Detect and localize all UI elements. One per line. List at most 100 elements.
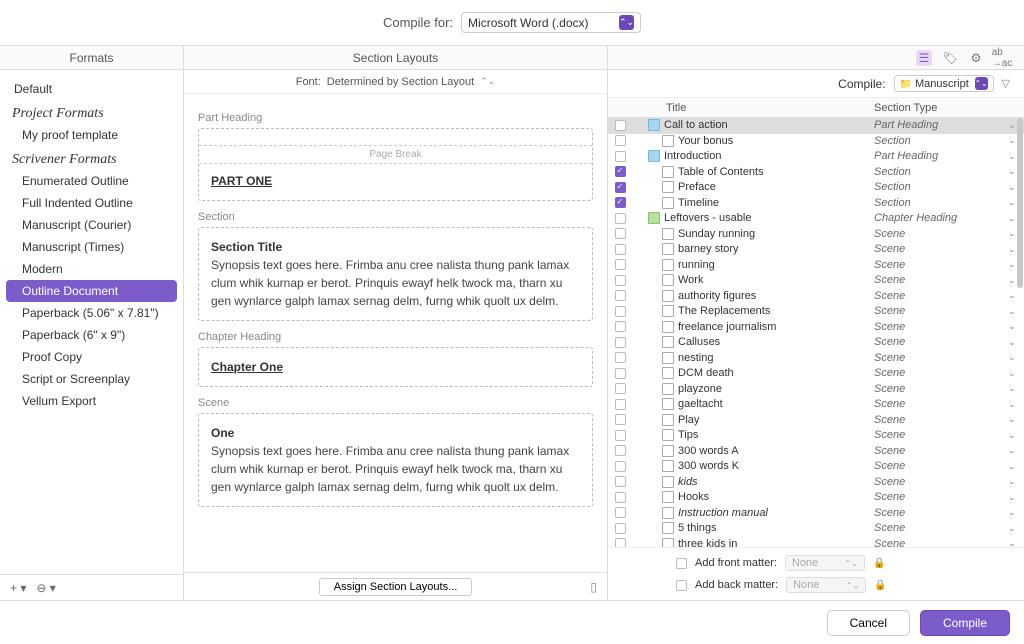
page-icon[interactable]: ▯ [590,580,597,594]
tree-row[interactable]: Leftovers - usableChapter Heading⌄ [608,211,1024,227]
include-checkbox[interactable] [615,275,626,286]
tree-row[interactable]: freelance journalismScene⌄ [608,320,1024,336]
back-matter-checkbox[interactable] [676,580,687,591]
row-section-type[interactable]: Scene [874,336,1008,348]
format-item[interactable]: Outline Document [6,280,177,302]
row-section-type[interactable]: Scene [874,228,1008,240]
include-checkbox[interactable] [615,244,626,255]
tree-row[interactable]: WorkScene⌄ [608,273,1024,289]
include-checkbox[interactable] [615,337,626,348]
tree-row[interactable]: barney storyScene⌄ [608,242,1024,258]
tree-row[interactable]: CallusesScene⌄ [608,335,1024,351]
row-section-type[interactable]: Scene [874,476,1008,488]
add-format-button[interactable]: + ▾ [10,581,26,595]
row-section-type[interactable]: Scene [874,538,1008,547]
row-section-type[interactable]: Scene [874,445,1008,457]
tree-row[interactable]: TipsScene⌄ [608,428,1024,444]
format-item[interactable]: Enumerated Outline [0,170,183,192]
chevron-updown-icon[interactable]: ⌃⌄ [480,76,495,87]
format-item[interactable]: Modern [0,258,183,280]
chevron-down-icon[interactable]: ⌄ [1008,383,1024,394]
scrollbar[interactable] [1017,118,1023,288]
include-checkbox[interactable] [615,383,626,394]
include-checkbox[interactable] [615,135,626,146]
tag-icon[interactable]: 🏷 [942,50,958,66]
include-checkbox[interactable] [615,399,626,410]
format-item[interactable]: Paperback (5.06" x 7.81") [0,302,183,324]
tree-row[interactable]: three kids inScene⌄ [608,537,1024,548]
tree-row[interactable]: DCM deathScene⌄ [608,366,1024,382]
chevron-down-icon[interactable]: ⌄ [1008,306,1024,317]
include-checkbox[interactable] [615,523,626,534]
assign-section-layouts-button[interactable]: Assign Section Layouts... [319,578,473,596]
row-section-type[interactable]: Part Heading [874,150,1008,162]
row-section-type[interactable]: Chapter Heading [874,212,1008,224]
row-section-type[interactable]: Section [874,166,1008,178]
row-section-type[interactable]: Scene [874,507,1008,519]
compile-button[interactable]: Compile [920,610,1010,636]
chevron-down-icon[interactable]: ⌄ [1008,368,1024,379]
tree-row[interactable]: Table of ContentsSection⌄ [608,165,1024,181]
tree-row[interactable]: nestingScene⌄ [608,351,1024,367]
compile-scope-select[interactable]: 📁Manuscript ⌃⌄ [894,75,994,92]
chevron-down-icon[interactable]: ⌄ [1008,399,1024,410]
row-section-type[interactable]: Scene [874,383,1008,395]
chevron-down-icon[interactable]: ⌄ [1008,538,1024,547]
chevron-down-icon[interactable]: ⌄ [1008,321,1024,332]
chevron-down-icon[interactable]: ⌄ [1008,476,1024,487]
row-section-type[interactable]: Scene [874,522,1008,534]
row-section-type[interactable]: Part Heading [874,119,1008,131]
format-options-button[interactable]: ⊖ ▾ [36,581,55,595]
row-section-type[interactable]: Scene [874,460,1008,472]
row-section-type[interactable]: Section [874,197,1008,209]
include-checkbox[interactable] [615,414,626,425]
layout-preview[interactable]: OneSynopsis text goes here. Frimba anu c… [198,413,593,507]
include-checkbox[interactable] [615,507,626,518]
include-checkbox[interactable] [615,538,626,547]
chevron-down-icon[interactable]: ⌄ [1008,461,1024,472]
tree-row[interactable]: 300 words KScene⌄ [608,459,1024,475]
format-item[interactable]: Manuscript (Courier) [0,214,183,236]
include-checkbox[interactable] [615,213,626,224]
tree-row[interactable]: PlayScene⌄ [608,413,1024,429]
include-checkbox[interactable] [615,182,626,193]
tree-row[interactable]: kidsScene⌄ [608,475,1024,491]
format-item[interactable]: My proof template [0,124,183,146]
include-checkbox[interactable] [615,476,626,487]
tree-row[interactable]: Call to actionPart Heading⌄ [608,118,1024,134]
tree-row[interactable]: The ReplacementsScene⌄ [608,304,1024,320]
chevron-down-icon[interactable]: ⌄ [1008,352,1024,363]
gear-icon[interactable]: ⚙ [968,50,984,66]
chevron-down-icon[interactable]: ⌄ [1008,507,1024,518]
include-checkbox[interactable] [615,197,626,208]
row-section-type[interactable]: Scene [874,259,1008,271]
tree-row[interactable]: HooksScene⌄ [608,490,1024,506]
chevron-down-icon[interactable]: ⌄ [1008,492,1024,503]
format-item[interactable]: Vellum Export [0,390,183,412]
row-section-type[interactable]: Scene [874,414,1008,426]
include-checkbox[interactable] [615,306,626,317]
tree-row[interactable]: PrefaceSection⌄ [608,180,1024,196]
tree-row[interactable]: gaeltachtScene⌄ [608,397,1024,413]
row-section-type[interactable]: Scene [874,398,1008,410]
tree-row[interactable]: Your bonusSection⌄ [608,134,1024,150]
layout-preview[interactable]: Page BreakPART ONE [198,128,593,201]
layout-preview[interactable]: Section TitleSynopsis text goes here. Fr… [198,227,593,321]
include-checkbox[interactable] [615,120,626,131]
tree-row[interactable]: authority figuresScene⌄ [608,289,1024,305]
cancel-button[interactable]: Cancel [827,610,910,636]
front-matter-select[interactable]: None⌃⌄ [785,555,865,571]
tree-row[interactable]: playzoneScene⌄ [608,382,1024,398]
include-checkbox[interactable] [615,166,626,177]
row-section-type[interactable]: Section [874,135,1008,147]
chevron-down-icon[interactable]: ⌄ [1008,414,1024,425]
compile-for-select[interactable]: Microsoft Word (.docx) ⌃⌄ [461,12,641,33]
front-matter-checkbox[interactable] [676,558,687,569]
tree-row[interactable]: 300 words AScene⌄ [608,444,1024,460]
row-section-type[interactable]: Scene [874,290,1008,302]
tree-row[interactable]: IntroductionPart Heading⌄ [608,149,1024,165]
row-section-type[interactable]: Scene [874,429,1008,441]
include-checkbox[interactable] [615,151,626,162]
row-section-type[interactable]: Section [874,181,1008,193]
format-item[interactable]: Default [0,78,183,100]
